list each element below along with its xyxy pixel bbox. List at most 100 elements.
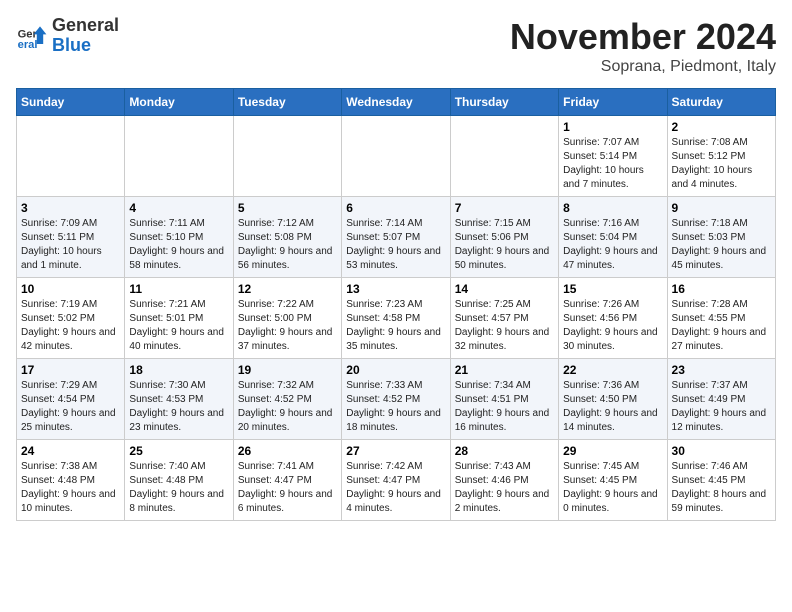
svg-text:eral: eral: [18, 39, 38, 51]
calendar-cell: 8 Sunrise: 7:16 AM Sunset: 5:04 PM Daylig…: [559, 197, 667, 278]
calendar-cell: [342, 116, 450, 197]
day-info: Sunrise: 7:30 AM Sunset: 4:53 PM Dayligh…: [129, 379, 228, 435]
day-info: Sunrise: 7:07 AM Sunset: 5:14 PM Dayligh…: [563, 136, 662, 192]
calendar-cell: 15 Sunrise: 7:26 AM Sunset: 4:56 PM Dayli…: [559, 278, 667, 359]
day-info: Sunrise: 7:32 AM Sunset: 4:52 PM Dayligh…: [238, 379, 337, 435]
weekday-header: Thursday: [450, 89, 558, 116]
weekday-header: Saturday: [667, 89, 775, 116]
day-number: 23: [672, 363, 771, 377]
calendar-cell: 12Sunrise: 7:22 AM Sunset: 5:00 PM Dayli…: [233, 278, 341, 359]
day-info: Sunrise: 7:40 AM Sunset: 4:48 PM Dayligh…: [129, 460, 228, 516]
calendar-row: 17 Sunrise: 7:29 AM Sunset: 4:54 PM Dayli…: [17, 359, 776, 440]
day-info: Sunrise: 7:09 AM Sunset: 5:11 PM Dayligh…: [21, 217, 120, 273]
day-info: Sunrise: 7:38 AM Sunset: 4:48 PM Dayligh…: [21, 460, 120, 516]
day-info: Sunrise: 7:46 AM Sunset: 4:45 PM Dayligh…: [672, 460, 771, 516]
day-info: Sunrise: 7:37 AM Sunset: 4:49 PM Dayligh…: [672, 379, 771, 435]
day-number: 11: [129, 282, 228, 296]
day-number: 5: [238, 201, 337, 215]
day-info: Sunrise: 7:34 AM Sunset: 4:51 PM Dayligh…: [455, 379, 554, 435]
logo: Gen eral General Blue: [16, 16, 119, 56]
calendar-row: 24 Sunrise: 7:38 AM Sunset: 4:48 PM Dayli…: [17, 440, 776, 521]
calendar-cell: 7Sunrise: 7:15 AM Sunset: 5:06 PM Daylig…: [450, 197, 558, 278]
calendar-cell: 5 Sunrise: 7:12 AM Sunset: 5:08 PM Daylig…: [233, 197, 341, 278]
calendar-cell: 2 Sunrise: 7:08 AM Sunset: 5:12 PM Daylig…: [667, 116, 775, 197]
calendar-table: SundayMondayTuesdayWednesdayThursdayFrid…: [16, 88, 776, 521]
calendar-cell: 9 Sunrise: 7:18 AM Sunset: 5:03 PM Daylig…: [667, 197, 775, 278]
day-info: Sunrise: 7:18 AM Sunset: 5:03 PM Dayligh…: [672, 217, 771, 273]
day-info: Sunrise: 7:15 AM Sunset: 5:06 PM Dayligh…: [455, 217, 554, 273]
day-info: Sunrise: 7:42 AM Sunset: 4:47 PM Dayligh…: [346, 460, 445, 516]
day-number: 30: [672, 444, 771, 458]
day-number: 6: [346, 201, 445, 215]
day-number: 17: [21, 363, 120, 377]
day-info: Sunrise: 7:23 AM Sunset: 4:58 PM Dayligh…: [346, 298, 445, 354]
day-number: 1: [563, 120, 662, 134]
day-number: 14: [455, 282, 554, 296]
calendar-row: 1 Sunrise: 7:07 AM Sunset: 5:14 PM Daylig…: [17, 116, 776, 197]
logo-general-text: General: [52, 15, 119, 35]
day-number: 26: [238, 444, 337, 458]
day-number: 3: [21, 201, 120, 215]
calendar-cell: 19 Sunrise: 7:32 AM Sunset: 4:52 PM Dayli…: [233, 359, 341, 440]
calendar-cell: 21 Sunrise: 7:34 AM Sunset: 4:51 PM Dayli…: [450, 359, 558, 440]
calendar-cell: 14 Sunrise: 7:25 AM Sunset: 4:57 PM Dayli…: [450, 278, 558, 359]
calendar-cell: 17 Sunrise: 7:29 AM Sunset: 4:54 PM Dayli…: [17, 359, 125, 440]
page-header: Gen eral General Blue November 2024 Sopr…: [16, 16, 776, 76]
calendar-cell: 6 Sunrise: 7:14 AM Sunset: 5:07 PM Daylig…: [342, 197, 450, 278]
day-number: 27: [346, 444, 445, 458]
day-number: 15: [563, 282, 662, 296]
logo-blue-text: Blue: [52, 35, 91, 55]
day-info: Sunrise: 7:12 AM Sunset: 5:08 PM Dayligh…: [238, 217, 337, 273]
calendar-row: 3 Sunrise: 7:09 AM Sunset: 5:11 PM Daylig…: [17, 197, 776, 278]
day-info: Sunrise: 7:28 AM Sunset: 4:55 PM Dayligh…: [672, 298, 771, 354]
day-info: Sunrise: 7:26 AM Sunset: 4:56 PM Dayligh…: [563, 298, 662, 354]
calendar-cell: 20Sunrise: 7:33 AM Sunset: 4:52 PM Dayli…: [342, 359, 450, 440]
day-info: Sunrise: 7:08 AM Sunset: 5:12 PM Dayligh…: [672, 136, 771, 192]
calendar-cell: 23 Sunrise: 7:37 AM Sunset: 4:49 PM Dayli…: [667, 359, 775, 440]
day-info: Sunrise: 7:29 AM Sunset: 4:54 PM Dayligh…: [21, 379, 120, 435]
title-section: November 2024 Soprana, Piedmont, Italy: [510, 16, 776, 76]
calendar-cell: [125, 116, 233, 197]
day-number: 24: [21, 444, 120, 458]
calendar-cell: 27 Sunrise: 7:42 AM Sunset: 4:47 PM Dayli…: [342, 440, 450, 521]
day-number: 19: [238, 363, 337, 377]
weekday-header: Monday: [125, 89, 233, 116]
calendar-cell: 25 Sunrise: 7:40 AM Sunset: 4:48 PM Dayli…: [125, 440, 233, 521]
calendar-cell: [233, 116, 341, 197]
calendar-cell: 22 Sunrise: 7:36 AM Sunset: 4:50 PM Dayli…: [559, 359, 667, 440]
day-number: 2: [672, 120, 771, 134]
calendar-cell: 13 Sunrise: 7:23 AM Sunset: 4:58 PM Dayli…: [342, 278, 450, 359]
calendar-cell: [450, 116, 558, 197]
month-title: November 2024: [510, 16, 776, 58]
day-number: 18: [129, 363, 228, 377]
day-number: 20: [346, 363, 445, 377]
day-number: 8: [563, 201, 662, 215]
day-number: 4: [129, 201, 228, 215]
day-number: 10: [21, 282, 120, 296]
calendar-cell: 11 Sunrise: 7:21 AM Sunset: 5:01 PM Dayli…: [125, 278, 233, 359]
day-info: Sunrise: 7:25 AM Sunset: 4:57 PM Dayligh…: [455, 298, 554, 354]
calendar-cell: 24 Sunrise: 7:38 AM Sunset: 4:48 PM Dayli…: [17, 440, 125, 521]
calendar-cell: 4Sunrise: 7:11 AM Sunset: 5:10 PM Daylig…: [125, 197, 233, 278]
weekday-header: Wednesday: [342, 89, 450, 116]
calendar-header-row: SundayMondayTuesdayWednesdayThursdayFrid…: [17, 89, 776, 116]
day-number: 21: [455, 363, 554, 377]
day-info: Sunrise: 7:45 AM Sunset: 4:45 PM Dayligh…: [563, 460, 662, 516]
day-number: 13: [346, 282, 445, 296]
day-number: 25: [129, 444, 228, 458]
day-info: Sunrise: 7:41 AM Sunset: 4:47 PM Dayligh…: [238, 460, 337, 516]
location-subtitle: Soprana, Piedmont, Italy: [510, 58, 776, 76]
weekday-header: Friday: [559, 89, 667, 116]
day-info: Sunrise: 7:16 AM Sunset: 5:04 PM Dayligh…: [563, 217, 662, 273]
logo-icon: Gen eral: [16, 20, 48, 52]
calendar-cell: 3 Sunrise: 7:09 AM Sunset: 5:11 PM Daylig…: [17, 197, 125, 278]
day-info: Sunrise: 7:43 AM Sunset: 4:46 PM Dayligh…: [455, 460, 554, 516]
day-number: 12: [238, 282, 337, 296]
day-info: Sunrise: 7:36 AM Sunset: 4:50 PM Dayligh…: [563, 379, 662, 435]
weekday-header: Tuesday: [233, 89, 341, 116]
day-number: 9: [672, 201, 771, 215]
day-number: 22: [563, 363, 662, 377]
day-info: Sunrise: 7:14 AM Sunset: 5:07 PM Dayligh…: [346, 217, 445, 273]
calendar-cell: 26 Sunrise: 7:41 AM Sunset: 4:47 PM Dayli…: [233, 440, 341, 521]
day-info: Sunrise: 7:21 AM Sunset: 5:01 PM Dayligh…: [129, 298, 228, 354]
